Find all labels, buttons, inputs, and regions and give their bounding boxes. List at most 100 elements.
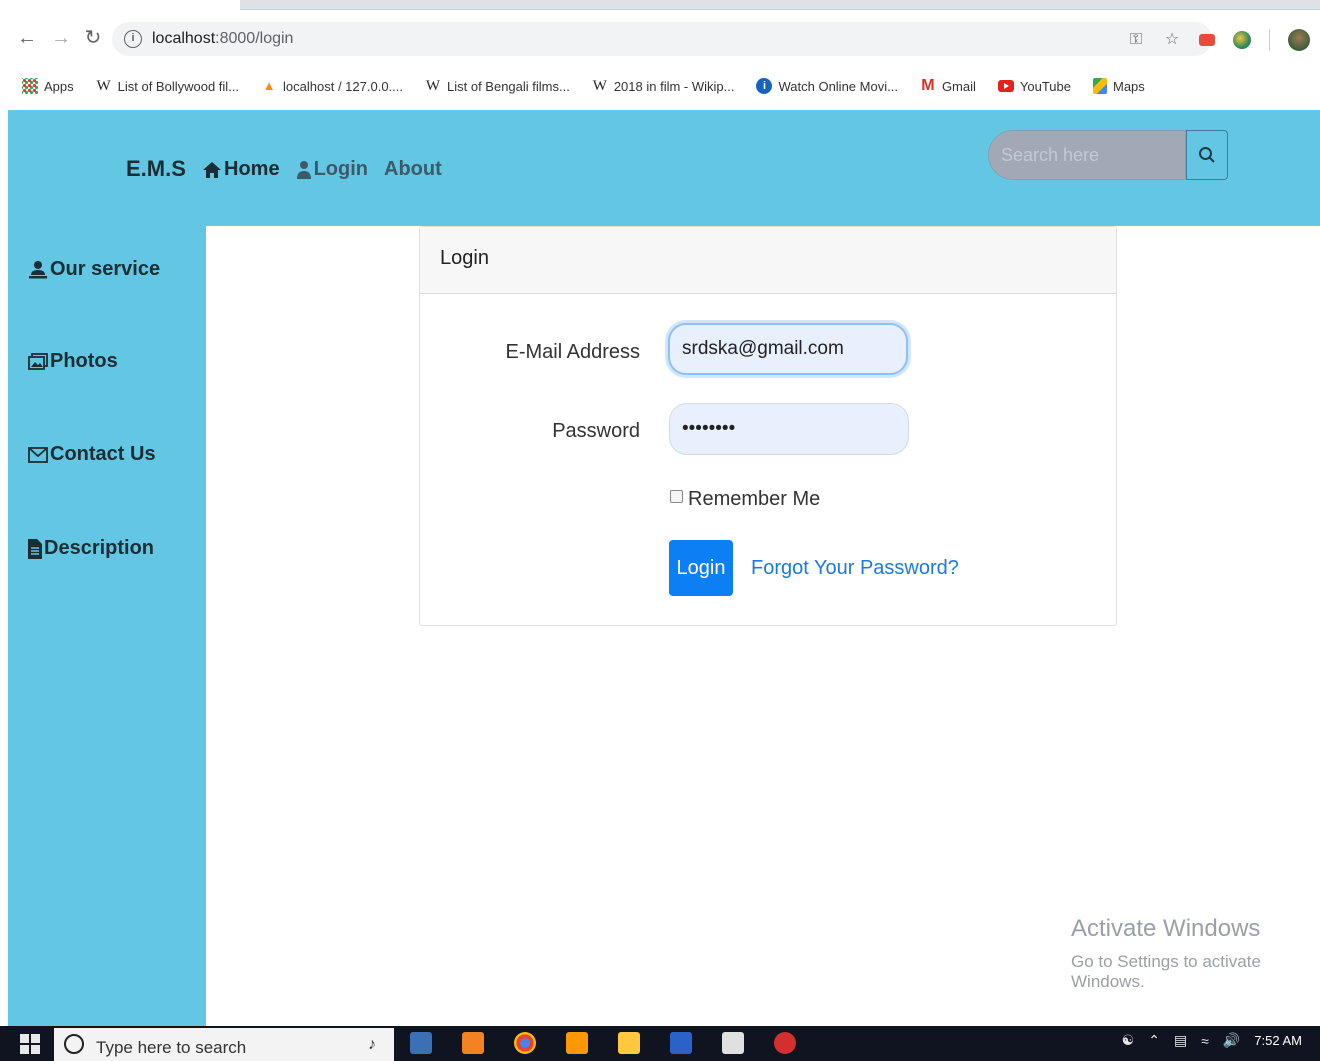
nav-about[interactable]: About: [384, 158, 442, 181]
nav-login[interactable]: Login: [296, 158, 368, 181]
search-icon: [1199, 147, 1215, 163]
star-icon[interactable]: ☆: [1163, 31, 1181, 49]
app-icon[interactable]: [774, 1032, 796, 1054]
apps-grid-icon: [22, 78, 38, 94]
volume-icon[interactable]: 🔊: [1223, 1032, 1240, 1049]
sidebar-item-label: Contact Us: [50, 443, 156, 465]
bookmark-label: Watch Online Movi...: [778, 78, 898, 94]
remember-me-label[interactable]: Remember Me: [688, 488, 820, 511]
bookmark-maps[interactable]: Maps: [1092, 78, 1145, 94]
sidebar-item-label: Description: [44, 537, 155, 559]
powershell-icon[interactable]: [670, 1032, 692, 1054]
microphone-icon[interactable]: ♪: [368, 1036, 376, 1054]
windows-start-icon[interactable]: [20, 1034, 40, 1054]
browser-chrome: ← → ↻ i localhost:8000/login ⚿ ☆ Apps WL…: [0, 0, 1320, 110]
email-field[interactable]: [668, 323, 908, 375]
nav-home-label: Home: [224, 158, 280, 180]
bookmark-item[interactable]: i Watch Online Movi...: [756, 78, 898, 94]
bookmark-item[interactable]: ▲ localhost / 127.0.0....: [261, 78, 403, 94]
url-path: :8000/login: [215, 30, 294, 47]
nav-login-label: Login: [313, 158, 369, 180]
watch-online-icon: i: [756, 78, 773, 94]
bookmark-label: 2018 in film - Wikip...: [613, 78, 735, 94]
xampp-icon[interactable]: [462, 1032, 484, 1054]
taskbar-search[interactable]: Type here to search ♪: [54, 1028, 394, 1061]
toolbar-divider: [1269, 29, 1270, 51]
password-field[interactable]: [669, 403, 909, 455]
extension-icon[interactable]: [1199, 34, 1215, 46]
taskbar-search-text: Type here to search: [96, 1038, 247, 1057]
taskbar: Type here to search ♪ ☯ ⌃ ▤ ≈ 🔊 7:52 AM: [0, 1026, 1320, 1061]
info-icon[interactable]: i: [124, 30, 142, 48]
system-tray: ☯ ⌃ ▤ ≈ 🔊 7:52 AM: [1122, 1032, 1302, 1049]
gmail-icon: M: [921, 77, 935, 94]
nav-about-label: About: [384, 158, 442, 180]
photos-app-icon[interactable]: [722, 1032, 744, 1054]
maps-icon: [1092, 78, 1107, 94]
sidebar-item-contact-us[interactable]: Contact Us: [28, 443, 156, 466]
url-text[interactable]: localhost:8000/login: [152, 30, 293, 48]
youtube-icon: [997, 80, 1014, 92]
file-explorer-icon[interactable]: [618, 1032, 640, 1054]
bookmark-label: YouTube: [1019, 78, 1071, 94]
clock[interactable]: 7:52 AM: [1254, 1033, 1302, 1048]
wifi-icon[interactable]: ≈: [1201, 1033, 1209, 1049]
login-button[interactable]: Login: [669, 540, 733, 596]
sidebar-item-label: Our service: [50, 258, 161, 280]
bookmark-label: localhost / 127.0.0....: [283, 78, 403, 94]
browser-toolbar: ← → ↻ i localhost:8000/login ⚿ ☆: [0, 14, 1320, 64]
envelope-icon: [28, 446, 48, 463]
sublime-icon[interactable]: [566, 1032, 588, 1054]
sidebar-item-our-service[interactable]: Our service: [28, 258, 160, 281]
bookmark-label: Apps: [44, 78, 74, 94]
home-icon: [203, 161, 221, 178]
tab-strip: [240, 0, 1320, 10]
sidebar-item-description[interactable]: Description: [28, 537, 154, 560]
app-header: E.M.S Home Login About: [8, 110, 1320, 226]
forgot-password-link[interactable]: Forgot Your Password?: [751, 557, 959, 580]
bookmark-youtube[interactable]: YouTube: [997, 78, 1071, 94]
wikipedia-icon: W: [96, 78, 111, 94]
profile-avatar[interactable]: [1288, 29, 1310, 51]
forward-icon[interactable]: →: [48, 24, 74, 52]
photos-icon: [28, 352, 48, 370]
login-card: Login E-Mail Address Password Remember M…: [419, 226, 1117, 626]
document-icon: [28, 538, 42, 559]
bookmark-label: List of Bengali films...: [447, 78, 570, 94]
remember-me-checkbox[interactable]: [670, 490, 683, 503]
key-icon[interactable]: ⚿: [1127, 31, 1145, 49]
user-icon: [296, 160, 311, 179]
password-label: Password: [552, 420, 640, 442]
search-button[interactable]: [1186, 130, 1228, 180]
reload-icon[interactable]: ↻: [80, 24, 106, 52]
back-icon[interactable]: ←: [14, 24, 40, 52]
activation-watermark-title: Activate Windows: [1071, 915, 1261, 942]
extension-globe-icon[interactable]: [1233, 31, 1251, 49]
sidebar-item-photos[interactable]: Photos: [28, 350, 118, 373]
user-service-icon: [29, 260, 47, 278]
bookmark-label: Gmail: [941, 78, 976, 94]
network-icon[interactable]: ▤: [1174, 1032, 1187, 1049]
bookmark-gmail[interactable]: M Gmail: [920, 78, 976, 94]
cortana-icon: [64, 1034, 84, 1054]
activation-watermark-subtitle: Go to Settings to activate Windows.: [1071, 952, 1261, 991]
people-icon[interactable]: ☯: [1122, 1032, 1135, 1049]
search-form: [988, 130, 1228, 180]
bookmark-item[interactable]: W 2018 in film - Wikip...: [592, 78, 735, 94]
card-title: Login: [420, 227, 1116, 294]
sidebar-item-label: Photos: [50, 350, 118, 372]
chevron-up-icon[interactable]: ⌃: [1148, 1032, 1160, 1049]
address-bar[interactable]: i localhost:8000/login: [112, 22, 1212, 56]
bookmarks-bar: Apps W List of Bollywood fil... ▲ localhos…: [0, 72, 1320, 100]
edge-icon[interactable]: [410, 1032, 432, 1054]
bookmark-label: List of Bollywood fil...: [117, 78, 240, 94]
phpmyadmin-icon: ▲: [262, 78, 276, 93]
nav-home[interactable]: Home: [202, 158, 280, 181]
wikipedia-icon: W: [425, 78, 441, 94]
chrome-icon[interactable]: [514, 1032, 536, 1054]
bookmark-apps[interactable]: Apps: [22, 78, 74, 94]
search-input[interactable]: [988, 130, 1186, 180]
bookmark-item[interactable]: W List of Bengali films...: [425, 78, 570, 94]
brand-logo[interactable]: E.M.S: [126, 156, 186, 182]
bookmark-item[interactable]: W List of Bollywood fil...: [96, 78, 239, 94]
